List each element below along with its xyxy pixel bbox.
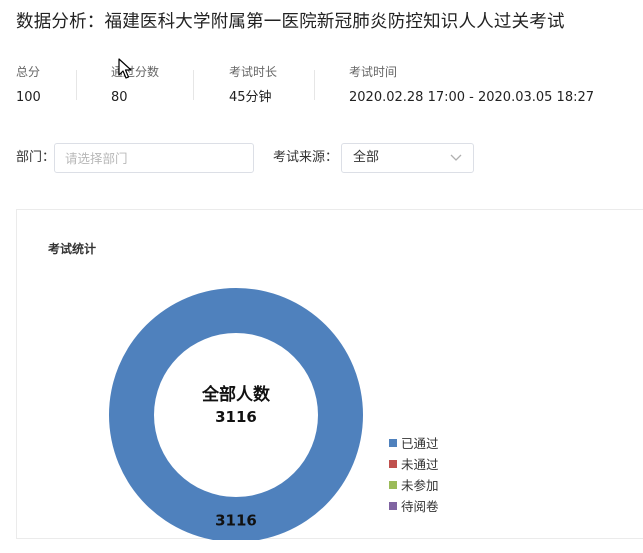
legend-label: 未参加: [401, 478, 439, 493]
stat-duration: 考试时长 45分钟: [229, 64, 277, 106]
divider: [76, 70, 77, 100]
legend-label: 已通过: [401, 436, 439, 451]
stat-value: 80: [111, 90, 128, 105]
legend-swatch: [389, 501, 397, 510]
source-selected-value: 全部: [353, 150, 380, 165]
chevron-down-icon: [450, 154, 462, 161]
legend-label: 待阅卷: [401, 499, 439, 514]
mouse-pointer-icon: [118, 58, 132, 79]
chart-legend: 已通过未通过未参加待阅卷: [389, 432, 439, 516]
legend-swatch: [389, 480, 397, 489]
stat-label: 总分: [16, 65, 41, 79]
stat-total-score: 总分 100: [16, 64, 41, 106]
center-title: 全部人数: [201, 384, 271, 405]
legend-swatch: [389, 459, 397, 468]
data-label: 3116: [215, 512, 257, 530]
source-select[interactable]: 全部: [341, 143, 474, 173]
dept-label: 部门：: [16, 150, 56, 165]
stat-value: 100: [16, 90, 41, 105]
stat-exam-time: 考试时间 2020.02.28 17:00 - 2020.03.05 18:27: [349, 64, 594, 106]
legend-item[interactable]: 未参加: [389, 474, 439, 495]
divider: [193, 70, 194, 100]
stat-value: 2020.02.28 17:00 - 2020.03.05 18:27: [349, 90, 595, 105]
legend-item[interactable]: 待阅卷: [389, 495, 439, 516]
center-value: 3116: [215, 408, 257, 426]
source-label: 考试来源：: [273, 150, 339, 165]
divider: [314, 70, 315, 100]
exam-stats-panel: 考试统计 全部人数 3116 3116 已通过 未通过 未参加 待阅卷: [16, 209, 643, 540]
legend-label: 未通过: [401, 457, 439, 472]
dept-select-input[interactable]: [54, 143, 254, 173]
stat-label: 考试时间: [349, 65, 398, 79]
legend-item[interactable]: 未通过: [389, 453, 439, 474]
page-title: 数据分析：福建医科大学附属第一医院新冠肺炎防控知识人人过关考试: [16, 12, 565, 32]
stat-label: 考试时长: [229, 65, 278, 79]
legend-item[interactable]: 已通过: [389, 432, 439, 453]
legend-swatch: [389, 438, 397, 447]
stat-value: 45分钟: [229, 90, 272, 105]
